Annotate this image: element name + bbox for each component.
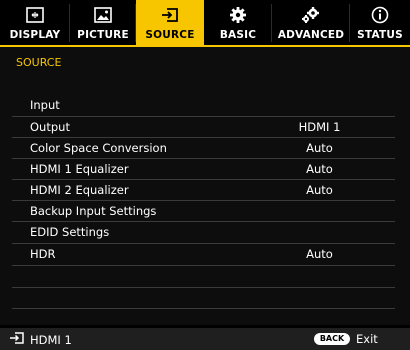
source-icon	[160, 5, 180, 25]
menu-item-label: Color Space Conversion	[30, 141, 167, 155]
row-divider	[12, 287, 395, 288]
back-button[interactable]: BACK	[314, 333, 350, 345]
current-source-label: HDMI 1	[30, 332, 72, 347]
picture-icon	[93, 5, 113, 25]
tab-advanced[interactable]: ADVANCED	[272, 0, 350, 45]
menu-item-hdmi2-equalizer[interactable]: HDMI 2 Equalizer Auto	[12, 179, 395, 200]
accent-divider	[0, 45, 410, 47]
footer-bar: HDMI 1 BACK Exit	[0, 328, 410, 350]
input-source-icon	[10, 332, 24, 347]
tab-basic[interactable]: BASIC	[204, 0, 272, 45]
tab-source-label: SOURCE	[145, 29, 195, 41]
menu-item-input[interactable]: Input	[12, 94, 395, 115]
menu-item-label: HDR	[30, 247, 56, 261]
menu-item-label: EDID Settings	[30, 225, 110, 239]
tab-display-label: DISPLAY	[9, 29, 61, 41]
tab-basic-label: BASIC	[219, 29, 257, 41]
tab-status-label: STATUS	[357, 29, 403, 41]
menu-item-label: Backup Input Settings	[30, 204, 157, 218]
info-icon	[370, 5, 390, 25]
gears-icon	[301, 5, 321, 25]
display-icon	[25, 5, 45, 25]
tab-bar: DISPLAY PICTURE SOURCE BASIC ADVANCED ST…	[0, 0, 410, 45]
menu-item-value: Auto	[306, 183, 333, 197]
tab-display[interactable]: DISPLAY	[0, 0, 70, 45]
menu-item-hdmi1-equalizer[interactable]: HDMI 1 Equalizer Auto	[12, 158, 395, 179]
tab-advanced-label: ADVANCED	[277, 29, 345, 41]
menu-item-output[interactable]: Output HDMI 1	[12, 116, 395, 137]
menu-item-value: Auto	[306, 247, 333, 261]
menu-item-color-space-conversion[interactable]: Color Space Conversion Auto	[12, 137, 395, 158]
tab-source[interactable]: SOURCE	[136, 0, 204, 45]
row-divider	[12, 265, 395, 266]
menu-item-value: Auto	[306, 141, 333, 155]
menu-item-label: HDMI 2 Equalizer	[30, 183, 129, 197]
menu-item-label: HDMI 1 Equalizer	[30, 162, 129, 176]
section-title: SOURCE	[16, 56, 62, 69]
menu-item-label: Output	[30, 120, 70, 134]
tab-status[interactable]: STATUS	[350, 0, 410, 45]
row-divider	[12, 308, 395, 309]
exit-label: Exit	[356, 332, 378, 346]
menu-item-hdr[interactable]: HDR Auto	[12, 243, 395, 264]
menu-item-value: Auto	[306, 162, 333, 176]
gear-icon	[228, 5, 248, 25]
tab-picture[interactable]: PICTURE	[70, 0, 136, 45]
menu-item-label: Input	[30, 97, 60, 112]
menu-item-backup-input-settings[interactable]: Backup Input Settings	[12, 200, 395, 221]
menu-item-value: HDMI 1	[298, 120, 341, 134]
current-source: HDMI 1	[10, 332, 72, 347]
menu-item-edid-settings[interactable]: EDID Settings	[12, 221, 395, 242]
tab-picture-label: PICTURE	[77, 29, 129, 41]
